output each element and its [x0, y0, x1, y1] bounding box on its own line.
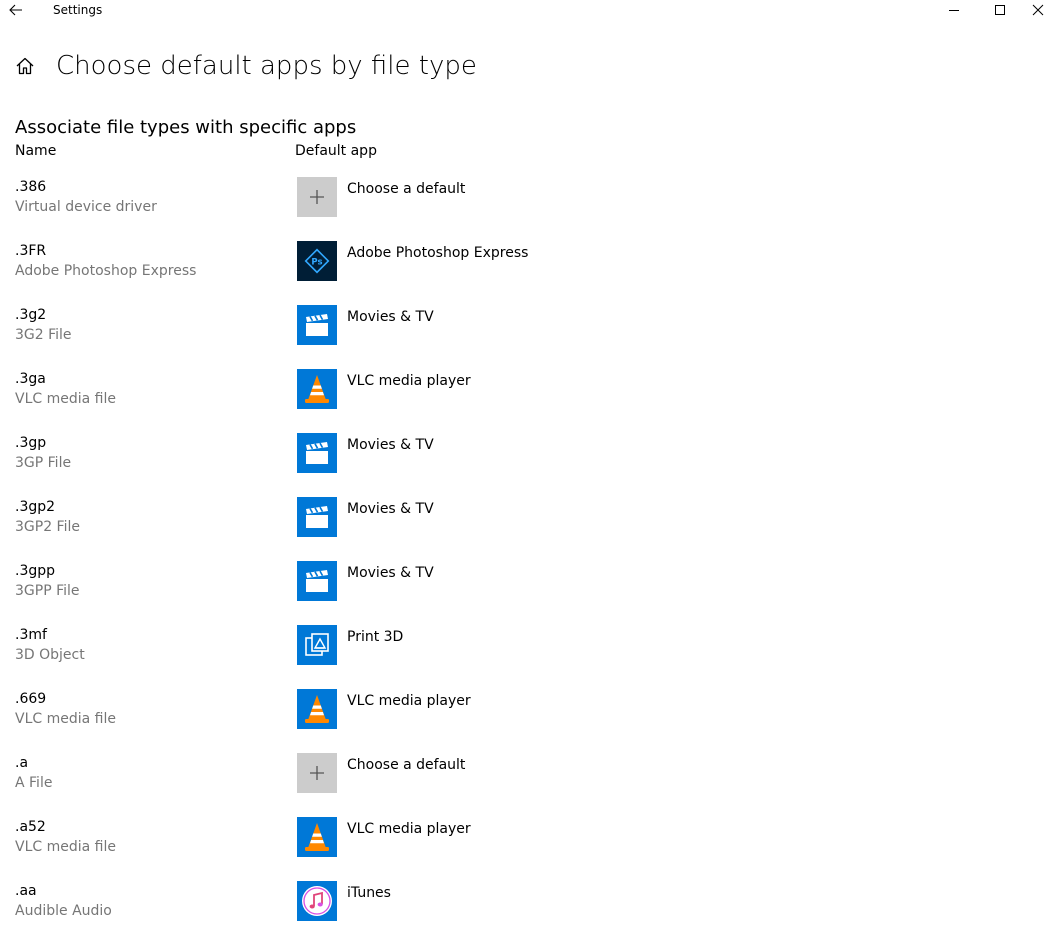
default-app-button[interactable]: Choose a default [297, 177, 597, 219]
default-app-button[interactable]: Choose a default [297, 753, 597, 795]
file-type-description: VLC media file [15, 839, 116, 855]
file-type-description: Audible Audio [15, 903, 112, 919]
file-extension: .3gpp [15, 563, 56, 579]
movies-tv-icon [297, 433, 337, 473]
minimize-icon [949, 10, 959, 11]
file-extension: .aa [15, 883, 37, 899]
file-type-row: .3ga VLC media file VLC media player [0, 366, 1061, 430]
back-arrow-icon [9, 4, 22, 16]
column-header-name: Name [15, 143, 57, 159]
file-extension: .a52 [15, 819, 46, 835]
default-app-label: iTunes [347, 885, 391, 901]
file-type-description: Adobe Photoshop Express [15, 263, 197, 279]
file-extension: .669 [15, 691, 47, 707]
page-title: Choose default apps by file type [56, 51, 477, 81]
default-app-button[interactable]: Ps Adobe Photoshop Express [297, 241, 597, 283]
default-app-button[interactable]: Movies & TV [297, 561, 597, 603]
movies-tv-icon [297, 497, 337, 537]
file-type-description: VLC media file [15, 711, 116, 727]
default-app-label: VLC media player [347, 373, 471, 389]
file-type-row: .3mf 3D Object Print 3D [0, 622, 1061, 686]
svg-text:Ps: Ps [311, 258, 322, 268]
file-type-row: .aa Audible Audio iTunes [0, 878, 1061, 942]
file-type-row: .669 VLC media file VLC media player [0, 686, 1061, 750]
default-app-button[interactable]: Movies & TV [297, 433, 597, 475]
default-app-label: Movies & TV [347, 309, 434, 325]
file-type-row: .3g2 3G2 File Movies & TV [0, 302, 1061, 366]
file-extension: .3mf [15, 627, 47, 643]
file-type-row: .386 Virtual device driver Choose a defau… [0, 174, 1061, 238]
file-extension: .3g2 [15, 307, 47, 323]
movies-tv-icon [297, 305, 337, 345]
title-bar: Settings [0, 0, 1061, 20]
file-extension: .3gp [15, 435, 47, 451]
file-type-description: 3GP2 File [15, 519, 80, 535]
back-button[interactable] [5, 0, 27, 20]
file-extension: .a [15, 755, 29, 771]
file-type-description: 3GPP File [15, 583, 80, 599]
file-extension: .386 [15, 179, 47, 195]
minimize-button[interactable] [931, 0, 977, 20]
default-app-button[interactable]: VLC media player [297, 817, 597, 859]
vlc-icon [297, 689, 337, 729]
photoshop-express-icon: Ps [297, 241, 337, 281]
file-extension: .3FR [15, 243, 47, 259]
default-app-button[interactable]: VLC media player [297, 689, 597, 731]
default-app-label: Choose a default [347, 757, 466, 773]
file-type-row: .3FR Adobe Photoshop Express Ps Adobe Pho… [0, 238, 1061, 302]
file-type-row: .3gpp 3GPP File Movies & TV [0, 558, 1061, 622]
file-type-description: 3G2 File [15, 327, 72, 343]
default-app-button[interactable]: iTunes [297, 881, 597, 923]
app-title: Settings [53, 3, 103, 17]
home-icon [16, 57, 34, 75]
file-type-list: .386 Virtual device driver Choose a defau… [0, 174, 1061, 942]
default-app-button[interactable]: Movies & TV [297, 305, 597, 347]
movies-tv-icon [297, 561, 337, 601]
maximize-icon [995, 5, 1005, 15]
section-title: Associate file types with specific apps [15, 117, 357, 138]
file-type-row: .3gp2 3GP2 File Movies & TV [0, 494, 1061, 558]
vlc-icon [297, 817, 337, 857]
close-button[interactable] [1015, 0, 1061, 20]
default-app-label: Movies & TV [347, 501, 434, 517]
default-app-label: Choose a default [347, 181, 466, 197]
file-extension: .3ga [15, 371, 46, 387]
default-app-label: Movies & TV [347, 565, 434, 581]
vlc-icon [297, 369, 337, 409]
default-app-label: Movies & TV [347, 437, 434, 453]
plus-icon [297, 177, 337, 217]
default-app-button[interactable]: Print 3D [297, 625, 597, 667]
default-app-button[interactable]: Movies & TV [297, 497, 597, 539]
file-type-row: .a A File Choose a default [0, 750, 1061, 814]
file-type-description: 3GP File [15, 455, 72, 471]
file-type-description: 3D Object [15, 647, 85, 663]
default-app-label: Adobe Photoshop Express [347, 245, 529, 261]
file-type-row: .3gp 3GP File Movies & TV [0, 430, 1061, 494]
page-header: Choose default apps by file type [0, 44, 1061, 88]
file-type-description: A File [15, 775, 53, 791]
file-type-row: .a52 VLC media file VLC media player [0, 814, 1061, 878]
plus-icon [297, 753, 337, 793]
close-icon [1032, 4, 1044, 16]
default-app-label: Print 3D [347, 629, 404, 645]
column-header-default-app: Default app [295, 143, 377, 159]
home-button[interactable] [15, 56, 35, 76]
file-extension: .3gp2 [15, 499, 56, 515]
file-type-description: Virtual device driver [15, 199, 157, 215]
default-app-label: VLC media player [347, 821, 471, 837]
default-app-label: VLC media player [347, 693, 471, 709]
print-3d-icon [297, 625, 337, 665]
default-app-button[interactable]: VLC media player [297, 369, 597, 411]
itunes-icon [297, 881, 337, 921]
file-type-description: VLC media file [15, 391, 116, 407]
